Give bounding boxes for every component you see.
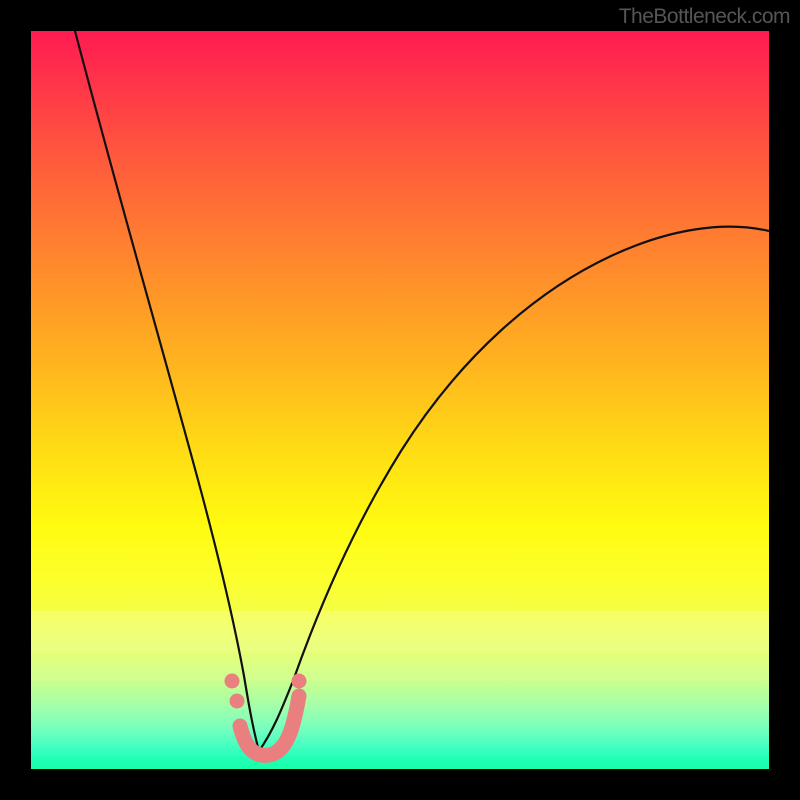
bottleneck-curve-right — [259, 227, 769, 751]
marker-dot — [225, 674, 239, 688]
plot-area — [31, 31, 769, 769]
attribution-text: TheBottleneck.com — [619, 5, 790, 29]
marker-dot — [230, 694, 244, 708]
chart-overlay — [31, 31, 769, 769]
bottleneck-curve-left — [75, 31, 259, 751]
marker-dot — [292, 674, 306, 688]
chart-frame: TheBottleneck.com — [0, 0, 800, 800]
